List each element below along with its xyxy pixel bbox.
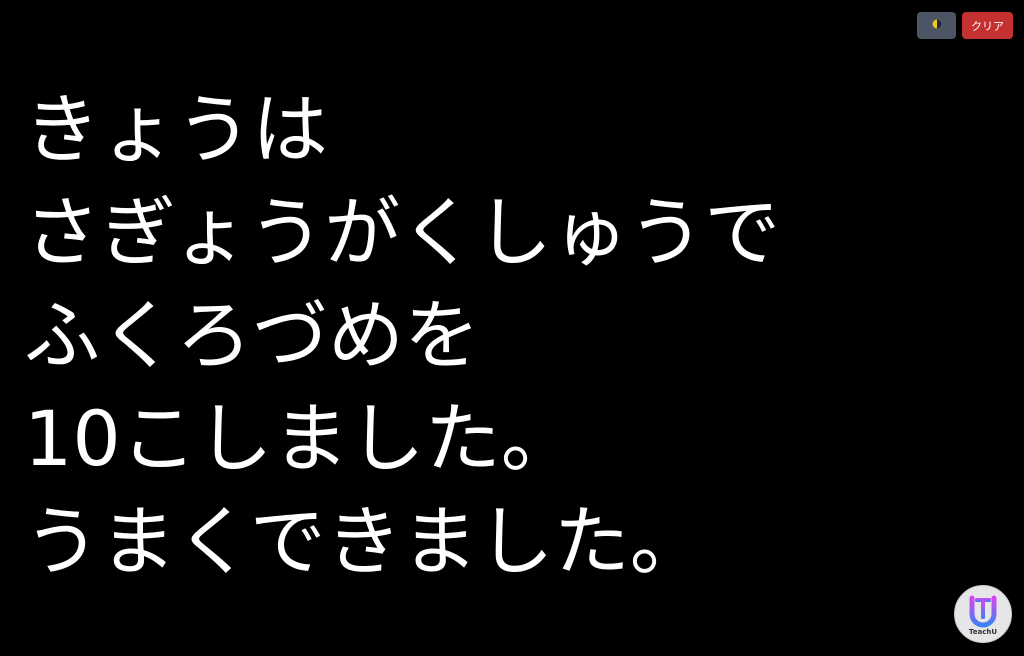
message-line: ふくろづめを	[24, 291, 480, 380]
clear-button[interactable]: クリア	[962, 12, 1013, 39]
top-toolbar: クリア	[917, 12, 1013, 39]
message-line: 10こしました。	[24, 394, 577, 483]
message-line: さぎょうがくしゅうで	[24, 188, 781, 277]
message-line: きょうは	[24, 85, 328, 174]
message-text: きょうは さぎょうがくしゅうで ふくろづめを 10こしました。 うまくできました…	[24, 78, 1014, 593]
teachu-logo: TeachU	[954, 585, 1012, 643]
logo-text: TeachU	[968, 628, 998, 636]
theme-toggle-button[interactable]	[917, 12, 956, 39]
message-line: うまくできました。	[24, 497, 706, 586]
half-moon-icon	[932, 19, 942, 32]
